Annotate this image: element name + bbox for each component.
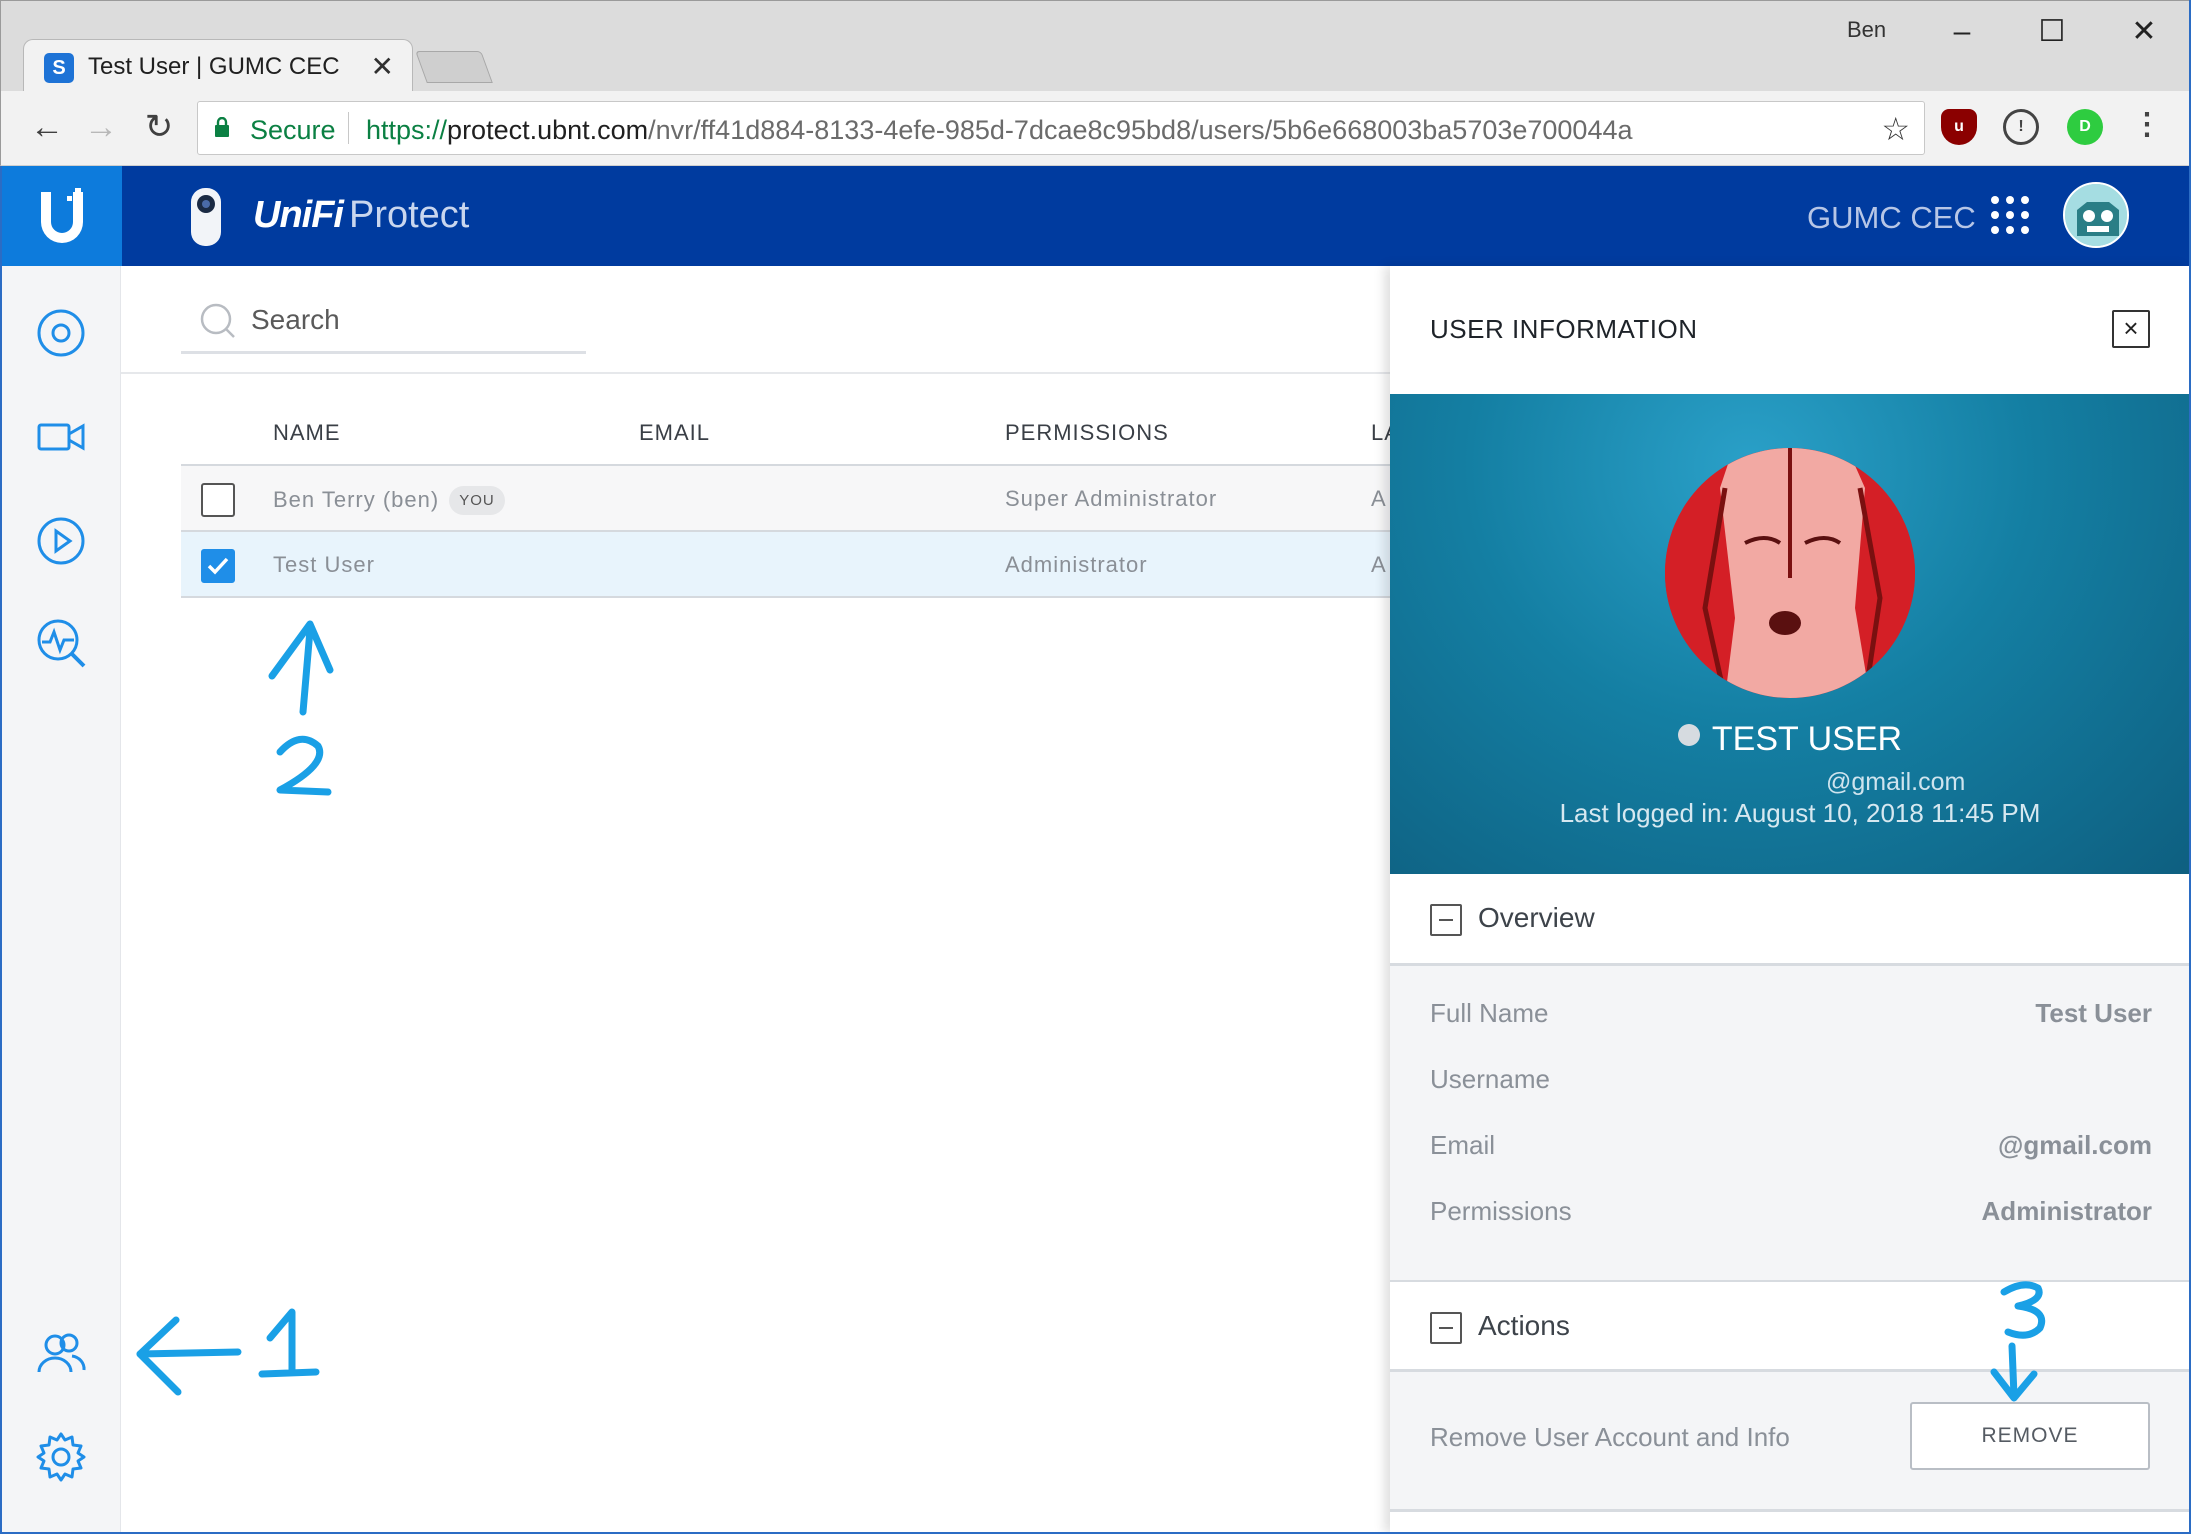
ubiquiti-logo[interactable] (1, 166, 122, 266)
remove-user-label: Remove User Account and Info (1430, 1422, 1790, 1452)
brand-unifi: UniFi (253, 194, 344, 236)
status-dot (1677, 724, 1700, 746)
user-name: Test User (273, 552, 375, 577)
overview-details: Full Name Test User Username Email @gmai… (1390, 966, 2190, 1280)
user-name-cell: Ben Terry (ben) YOU (273, 486, 505, 515)
url-host: protect.ubnt.com (447, 115, 649, 145)
collapse-icon[interactable] (1430, 904, 1462, 936)
user-name: Ben Terry (ben) (273, 487, 440, 512)
field-label-permissions: Permissions (1430, 1196, 1572, 1226)
field-label-email: Email (1430, 1130, 1496, 1160)
browser-titlebar: S Test User | GUMC CEC ✕ Ben – ☐ ✕ (0, 0, 2191, 95)
maximize-icon[interactable]: ☐ (2017, 9, 2087, 55)
field-value-permissions: Administrator (1981, 1196, 2152, 1226)
app-brand: UniFi Protect (253, 194, 469, 237)
actions-details: Remove User Account and Info REMOVE (1390, 1372, 2190, 1512)
users-list-area: NAME EMAIL PERMISSIONS LA Ben Terry (ben… (121, 266, 1399, 1533)
close-panel-button[interactable]: × (2112, 310, 2150, 348)
close-window-icon[interactable]: ✕ (2109, 9, 2179, 55)
user-information-panel: USER INFORMATION × TEST USER @gmail.com … (1390, 266, 2190, 1533)
browser-toolbar: ← → ↻ Secure https://protect.ubnt.com/nv… (0, 91, 2191, 166)
browser-tab[interactable]: S Test User | GUMC CEC ✕ (23, 39, 413, 95)
tab-close-icon[interactable]: ✕ (371, 50, 394, 83)
url-text[interactable]: https://protect.ubnt.com/nvr/ff41d884-81… (366, 115, 1633, 146)
user-last-login: A (1371, 486, 1387, 511)
column-header-permissions[interactable]: PERMISSIONS (1005, 420, 1169, 446)
minimize-icon[interactable]: – (1927, 9, 1997, 55)
search-box[interactable] (181, 290, 586, 354)
back-icon[interactable]: ← (25, 105, 69, 149)
field-value-full-name: Test User (2035, 998, 2152, 1028)
remove-user-button[interactable]: REMOVE (1910, 1402, 2150, 1470)
field-label-full-name: Full Name (1430, 998, 1549, 1028)
ubiquiti-u-icon (41, 188, 83, 243)
detections-icon[interactable] (34, 616, 88, 670)
site-name[interactable]: GUMC CEC (1807, 200, 1976, 236)
checkmark-icon (207, 557, 229, 575)
tab-title: Test User | GUMC CEC (88, 53, 340, 80)
settings-icon[interactable] (34, 1430, 88, 1484)
table-row[interactable]: Ben Terry (ben) YOU Super Administrator A (181, 466, 1390, 532)
playback-icon[interactable] (34, 514, 88, 568)
panel-footer (1390, 1512, 2190, 1533)
reload-icon[interactable]: ↻ (137, 105, 181, 149)
camera-device-icon (191, 188, 221, 246)
overview-section-header[interactable]: Overview (1390, 874, 2190, 966)
new-tab-button[interactable] (415, 51, 493, 83)
panel-title: USER INFORMATION (1430, 314, 1698, 344)
ublock-icon[interactable]: u (1941, 109, 1977, 145)
field-value-email: @gmail.com (1998, 1130, 2152, 1160)
url-path: /nvr/ff41d884-8133-4efe-985d-7dcae8c95bd… (648, 115, 1633, 145)
app-header: UniFi Protect GUMC CEC (1, 166, 2190, 266)
user-avatar-image (1665, 448, 1915, 698)
you-badge: YOU (449, 486, 505, 515)
field-label-username: Username (1430, 1064, 1550, 1094)
search-icon (200, 303, 235, 338)
apps-grid-icon[interactable] (1991, 196, 2031, 236)
divider (121, 372, 1390, 374)
user-permissions: Super Administrator (1005, 486, 1218, 511)
users-icon[interactable] (34, 1326, 88, 1380)
row-checkbox[interactable] (201, 483, 235, 517)
account-avatar[interactable] (2063, 182, 2129, 248)
omnibox-divider (348, 112, 349, 144)
search-input[interactable] (251, 300, 571, 340)
profile-name-row: TEST USER (1390, 720, 2190, 759)
sidebar (1, 266, 121, 1533)
profile-banner: TEST USER @gmail.com Last logged in: Aug… (1390, 394, 2190, 874)
onepassword-icon[interactable]: ! (2003, 109, 2039, 145)
url-scheme: https:// (366, 115, 448, 145)
star-icon[interactable]: ☆ (1881, 110, 1910, 148)
user-permissions: Administrator (1005, 552, 1148, 577)
actions-heading: Actions (1478, 1310, 1570, 1341)
browser-profile-name[interactable]: Ben (1847, 17, 1886, 43)
camera-icon[interactable] (34, 410, 88, 464)
lock-icon (215, 117, 229, 137)
table-row-selected[interactable]: Test User Administrator A (181, 532, 1390, 598)
overview-heading: Overview (1478, 902, 1595, 933)
dashboard-icon[interactable] (34, 306, 88, 360)
profile-email: @gmail.com (1826, 768, 1966, 796)
unifi-favicon-icon: S (44, 53, 74, 83)
extension-icon[interactable]: D (2067, 109, 2103, 145)
forward-icon[interactable]: → (79, 105, 123, 149)
user-last-login: A (1371, 552, 1387, 577)
robot-avatar-icon (2065, 184, 2127, 246)
column-header-name[interactable]: NAME (273, 420, 341, 446)
row-checkbox-checked[interactable] (201, 549, 235, 583)
secure-label: Secure (250, 115, 336, 145)
collapse-icon[interactable] (1430, 1312, 1462, 1344)
window-frame (0, 166, 2, 1534)
user-avatar (1665, 448, 1915, 698)
brand-protect: Protect (348, 194, 470, 236)
actions-section-header[interactable]: Actions (1390, 1280, 2190, 1372)
address-bar[interactable]: Secure https://protect.ubnt.com/nvr/ff41… (197, 101, 1925, 155)
profile-name: TEST USER (1711, 720, 1903, 758)
column-header-email[interactable]: EMAIL (639, 420, 710, 446)
profile-last-login: Last logged in: August 10, 2018 11:45 PM (1559, 798, 2041, 828)
menu-icon[interactable]: ⋮ (2129, 109, 2165, 145)
